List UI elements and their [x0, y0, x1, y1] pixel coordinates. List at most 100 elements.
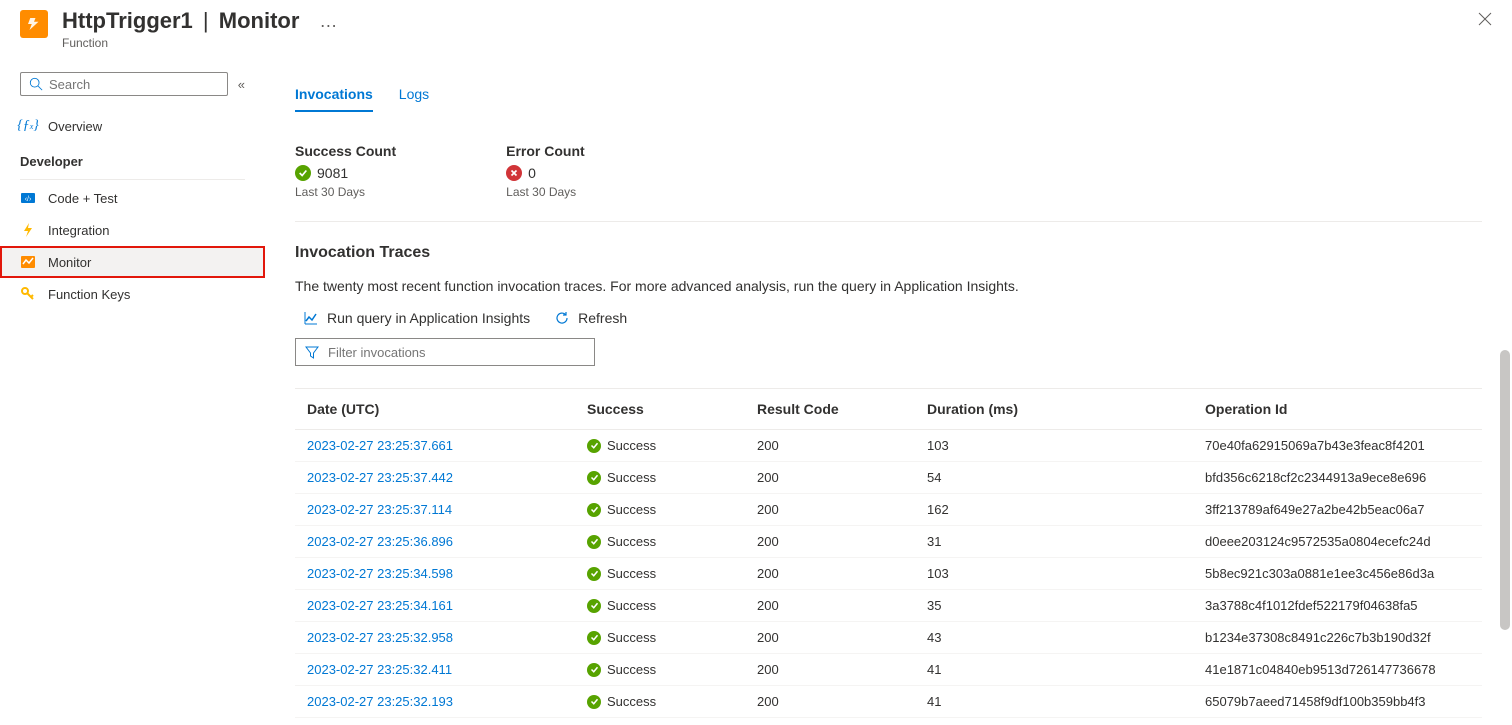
sidebar-item-overview[interactable]: {ƒx} Overview: [0, 110, 265, 142]
invocation-date-link[interactable]: 2023-02-27 23:25:34.598: [307, 566, 587, 581]
success-label: Success: [607, 630, 656, 645]
cell-success: Success: [587, 630, 757, 645]
cell-operation-id: 70e40fa62915069a7b43e3feac8f4201: [1205, 438, 1470, 453]
table-row: 2023-02-27 23:25:37.661Success20010370e4…: [295, 430, 1482, 462]
search-icon: [29, 77, 43, 91]
divider: [20, 179, 245, 180]
cell-operation-id: bfd356c6218cf2c2344913a9ece8e696: [1205, 470, 1470, 485]
stat-title: Error Count: [506, 143, 585, 159]
refresh-icon: [554, 310, 570, 326]
table-row: 2023-02-27 23:25:34.161Success200353a378…: [295, 590, 1482, 622]
cell-operation-id: b1234e37308c8491c226c7b3b190d32f: [1205, 630, 1470, 645]
th-opid[interactable]: Operation Id: [1205, 401, 1470, 417]
table-header-row: Date (UTC) Success Result Code Duration …: [295, 388, 1482, 430]
filter-input[interactable]: [328, 345, 586, 360]
refresh-link[interactable]: Refresh: [554, 310, 627, 326]
cell-duration: 103: [927, 566, 1205, 581]
cell-duration: 41: [927, 694, 1205, 709]
sidebar-item-label: Monitor: [48, 255, 91, 270]
cell-duration: 41: [927, 662, 1205, 677]
invocation-date-link[interactable]: 2023-02-27 23:25:32.193: [307, 694, 587, 709]
close-button[interactable]: [1474, 8, 1496, 35]
invocation-traces-desc: The twenty most recent function invocati…: [295, 278, 1482, 294]
run-query-link[interactable]: Run query in Application Insights: [303, 310, 530, 326]
stat-title: Success Count: [295, 143, 396, 159]
invocation-date-link[interactable]: 2023-02-27 23:25:32.958: [307, 630, 587, 645]
sidebar-item-function-keys[interactable]: Function Keys: [0, 278, 265, 310]
code-icon: ‹/›: [20, 190, 36, 206]
search-input[interactable]: [49, 77, 219, 92]
cell-duration: 43: [927, 630, 1205, 645]
th-success[interactable]: Success: [587, 401, 757, 417]
sidebar-section-developer: Developer: [0, 142, 265, 175]
cell-success: Success: [587, 534, 757, 549]
sidebar-item-label: Function Keys: [48, 287, 130, 302]
cell-duration: 31: [927, 534, 1205, 549]
filter-icon: [304, 344, 320, 360]
cell-result-code: 200: [757, 694, 927, 709]
sidebar-item-monitor[interactable]: Monitor: [0, 246, 265, 278]
cell-operation-id: 41e1871c04840eb9513d726147736678: [1205, 662, 1470, 677]
sidebar: « {ƒx} Overview Developer ‹/› Code + Tes…: [0, 60, 265, 725]
page-title: HttpTrigger1 | Monitor: [62, 8, 299, 34]
success-icon: [587, 535, 601, 549]
success-icon: [587, 663, 601, 677]
key-icon: [20, 286, 36, 302]
tab-logs[interactable]: Logs: [399, 86, 429, 112]
function-icon: {ƒx}: [20, 118, 36, 134]
invocation-date-link[interactable]: 2023-02-27 23:25:34.161: [307, 598, 587, 613]
success-icon: [587, 695, 601, 709]
th-result[interactable]: Result Code: [757, 401, 927, 417]
invocation-date-link[interactable]: 2023-02-27 23:25:37.661: [307, 438, 587, 453]
cell-operation-id: 5b8ec921c303a0881e1ee3c456e86d3a: [1205, 566, 1470, 581]
stats-row: Success Count 9081 Last 30 Days Error Co…: [295, 143, 1482, 222]
success-label: Success: [607, 470, 656, 485]
success-label: Success: [607, 598, 656, 613]
collapse-sidebar-icon[interactable]: «: [238, 77, 245, 92]
cell-success: Success: [587, 502, 757, 517]
invocation-date-link[interactable]: 2023-02-27 23:25:37.114: [307, 502, 587, 517]
cell-success: Success: [587, 598, 757, 613]
function-app-icon: [20, 10, 48, 38]
invocation-date-link[interactable]: 2023-02-27 23:25:36.896: [307, 534, 587, 549]
success-icon: [295, 165, 311, 181]
table-row: 2023-02-27 23:25:32.411Success2004141e18…: [295, 654, 1482, 686]
chart-icon: [303, 310, 319, 326]
success-label: Success: [607, 502, 656, 517]
th-duration[interactable]: Duration (ms): [927, 401, 1205, 417]
svg-text:‹/›: ‹/›: [25, 196, 32, 203]
stat-sub: Last 30 Days: [506, 185, 585, 199]
table-row: 2023-02-27 23:25:32.958 Success 20043b1234…: [295, 622, 1482, 654]
cell-duration: 162: [927, 502, 1205, 517]
sidebar-item-integration[interactable]: Integration: [0, 214, 265, 246]
th-date[interactable]: Date (UTC): [307, 401, 587, 417]
cell-duration: 103: [927, 438, 1205, 453]
cell-result-code: 200: [757, 630, 927, 645]
invocation-traces-title: Invocation Traces: [295, 244, 1482, 262]
sidebar-search[interactable]: [20, 72, 228, 96]
invocation-date-link[interactable]: 2023-02-27 23:25:32.411: [307, 662, 587, 677]
cell-result-code: 200: [757, 534, 927, 549]
page-header: HttpTrigger1 | Monitor … Function: [0, 0, 1512, 60]
lightning-icon: [20, 222, 36, 238]
filter-invocations[interactable]: [295, 338, 595, 366]
success-label: Success: [607, 694, 656, 709]
cell-success: Success: [587, 470, 757, 485]
cell-result-code: 200: [757, 502, 927, 517]
more-button[interactable]: …: [319, 11, 337, 32]
invocation-traces-table: Date (UTC) Success Result Code Duration …: [295, 388, 1482, 718]
success-icon: [587, 567, 601, 581]
scrollbar-thumb[interactable]: [1500, 350, 1510, 630]
success-label: Success: [607, 438, 656, 453]
cell-success: Success: [587, 662, 757, 677]
sidebar-item-code-test[interactable]: ‹/› Code + Test: [0, 182, 265, 214]
table-row: 2023-02-27 23:25:34.598Success2001035b8e…: [295, 558, 1482, 590]
cell-operation-id: 65079b7aeed71458f9df100b359bb4f3: [1205, 694, 1470, 709]
invocation-date-link[interactable]: 2023-02-27 23:25:37.442: [307, 470, 587, 485]
table-row: 2023-02-27 23:25:37.114Success2001623ff2…: [295, 494, 1482, 526]
success-icon: [587, 471, 601, 485]
stat-error-count: Error Count 0 Last 30 Days: [506, 143, 585, 199]
cell-result-code: 200: [757, 662, 927, 677]
tab-invocations[interactable]: Invocations: [295, 86, 373, 112]
sidebar-item-label: Code + Test: [48, 191, 118, 206]
